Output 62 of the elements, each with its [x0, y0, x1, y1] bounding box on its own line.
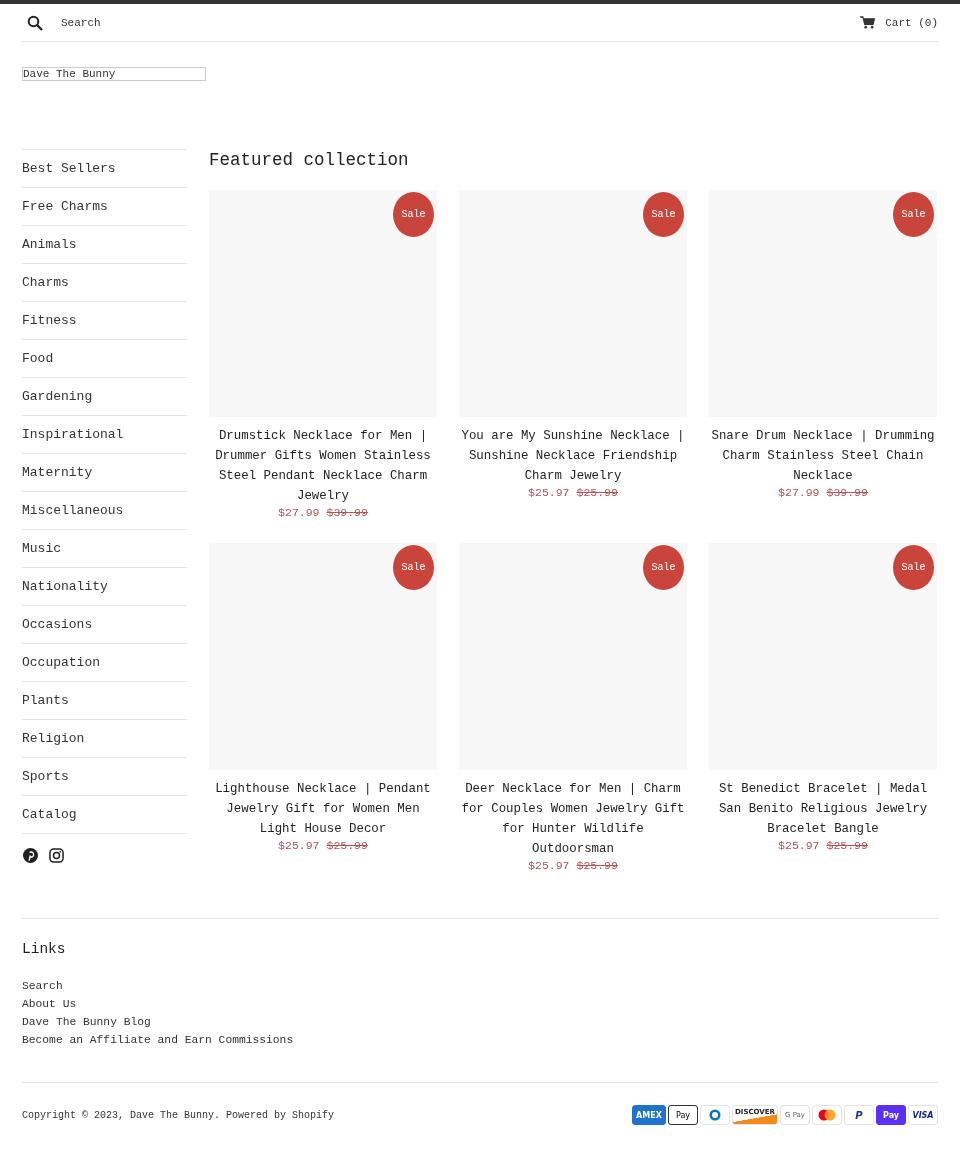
image-placeholder[interactable]	[709, 190, 937, 417]
compare-price: $25.99	[576, 859, 618, 872]
search-icon[interactable]	[27, 15, 43, 31]
sale-price: $25.97	[528, 486, 570, 499]
section-heading: Featured collection	[209, 149, 410, 172]
sidebar-item[interactable]: Gardening	[22, 377, 187, 415]
product-title[interactable]: Deer Necklace for Men | Charm for Couples Women Jewelry Gift for Hunter Wildlife Outdoorsman	[460, 779, 686, 859]
sidebar-item[interactable]: Inspirational	[22, 415, 187, 453]
image-placeholder[interactable]	[209, 190, 437, 417]
sale-price: $27.99	[778, 486, 820, 499]
compare-price: $39.99	[326, 506, 368, 519]
payment-card-icon	[812, 1105, 842, 1125]
sidebar-item[interactable]: Best Sellers	[22, 149, 187, 187]
footer-link[interactable]: Search	[22, 977, 938, 995]
product-title[interactable]: St Benedict Bracelet | Medal San Benito Religious Jewelry Bracelet Bangle	[710, 779, 936, 839]
product-title[interactable]: Drumstick Necklace for Men | Drummer Gifts Women Stainless Steel Pendant Necklace Charm Jewelry	[210, 426, 436, 506]
sidebar-item[interactable]: Fitness	[22, 301, 187, 339]
sidebar-item[interactable]: Religion	[22, 719, 187, 757]
sidebar-item[interactable]: Occasions	[22, 605, 187, 643]
sidebar-item[interactable]: Maternity	[22, 453, 187, 491]
compare-price: $25.99	[826, 839, 868, 852]
pinterest-icon[interactable]	[23, 848, 38, 863]
product-title[interactable]: Snare Drum Necklace | Drumming Charm Stainless Steel Chain Necklace	[710, 426, 936, 486]
sidebar-item[interactable]: Food	[22, 339, 187, 377]
payment-card-icon	[700, 1105, 730, 1125]
sidebar-item[interactable]: Occupation	[22, 643, 187, 681]
compare-price: $25.99	[576, 486, 618, 499]
footer-link[interactable]: About Us	[22, 995, 938, 1013]
sidebar-item[interactable]: Sports	[22, 757, 187, 795]
image-placeholder[interactable]	[459, 190, 687, 417]
image-placeholder[interactable]	[459, 543, 687, 770]
image-placeholder[interactable]	[709, 543, 937, 770]
copyright-text: Copyright © 2023, Dave The Bunny. Powered by Shopify	[22, 1109, 335, 1121]
payment-card-icon: AMEX	[632, 1105, 666, 1125]
payment-card-icon: Pay	[876, 1105, 906, 1125]
cart-link[interactable]: Cart (0)	[860, 16, 938, 29]
sidebar-item[interactable]: Catalog	[22, 795, 187, 834]
sidebar-item[interactable]: Nationality	[22, 567, 187, 605]
sidebar-item[interactable]: Animals	[22, 225, 187, 263]
payment-card-icon: Pay	[668, 1105, 698, 1125]
footer-link[interactable]: Dave The Bunny Blog	[22, 1013, 938, 1031]
sidebar-item[interactable]: Plants	[22, 681, 187, 719]
sale-price: $27.99	[278, 506, 320, 519]
image-placeholder[interactable]	[209, 543, 437, 770]
instagram-icon[interactable]	[49, 848, 64, 863]
sale-price: $25.97	[778, 839, 820, 852]
logo-link[interactable]: Dave The Bunny	[22, 67, 206, 81]
payment-card-icon: P	[844, 1105, 874, 1125]
footer-link[interactable]: Become an Affiliate and Earn Commissions	[22, 1031, 938, 1049]
cart-icon	[860, 16, 876, 29]
footer-heading: Links	[22, 941, 67, 957]
sale-price: $25.97	[528, 859, 570, 872]
product-title[interactable]: You are My Sunshine Necklace | Sunshine Necklace Friendship Charm Jewelry	[460, 426, 686, 486]
product-title[interactable]: Lighthouse Necklace | Pendant Jewelry Gift for Women Men Light House Decor	[210, 779, 436, 839]
sidebar-item[interactable]: Free Charms	[22, 187, 187, 225]
sidebar-item[interactable]: Charms	[22, 263, 187, 301]
compare-price: $25.99	[326, 839, 368, 852]
compare-price: $39.99	[826, 486, 868, 499]
sale-price: $25.97	[278, 839, 320, 852]
payment-card-icon: VISA	[908, 1105, 938, 1125]
sidebar-item[interactable]: Music	[22, 529, 187, 567]
sidebar-item[interactable]: Miscellaneous	[22, 491, 187, 529]
